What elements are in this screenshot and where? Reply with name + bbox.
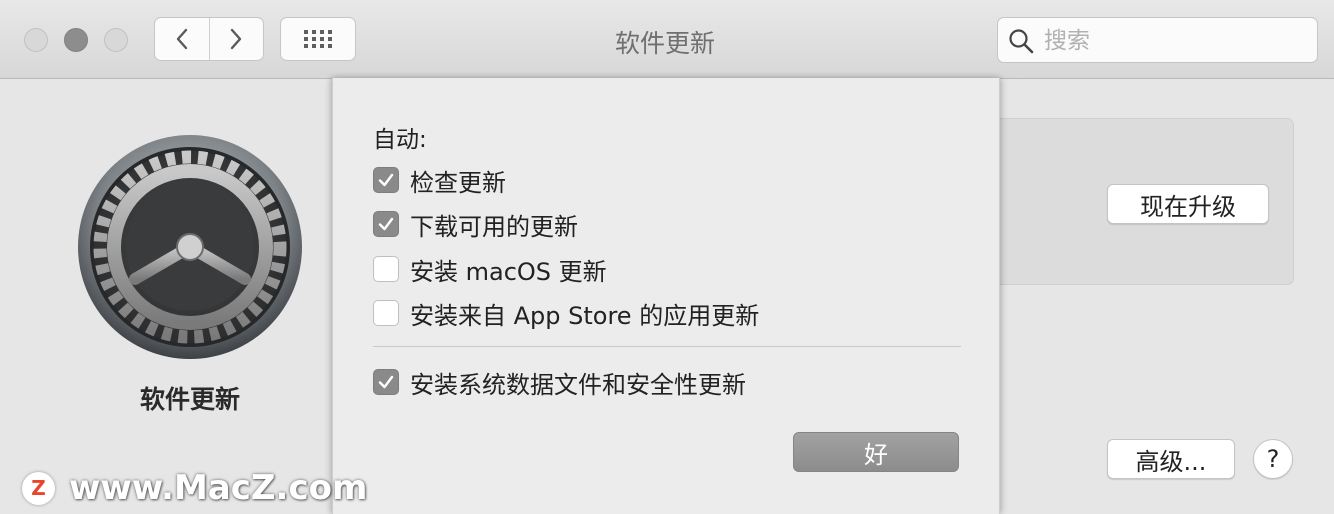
option-download-updates[interactable]: 下载可用的更新 xyxy=(373,210,578,241)
window-title: 软件更新 xyxy=(614,29,715,58)
checkbox-checked[interactable] xyxy=(373,211,399,237)
watermark: Z www.MacZ.com xyxy=(22,468,367,508)
zoom-window-button[interactable] xyxy=(104,28,128,52)
grid-icon xyxy=(304,30,332,48)
forward-button[interactable] xyxy=(208,18,264,60)
advanced-button[interactable]: 高级... xyxy=(1107,439,1235,479)
option-install-security-updates[interactable]: 安装系统数据文件和安全性更新 xyxy=(373,368,746,399)
upgrade-now-button[interactable]: 现在升级 xyxy=(1107,184,1269,224)
option-check-updates[interactable]: 检查更新 xyxy=(373,166,506,197)
option-label: 安装 macOS 更新 xyxy=(410,257,607,286)
back-chevron-icon xyxy=(176,28,187,50)
option-label: 安装来自 App Store 的应用更新 xyxy=(410,301,760,330)
option-label: 下载可用的更新 xyxy=(410,212,578,241)
checkbox-checked[interactable] xyxy=(373,369,399,395)
gear-icon xyxy=(78,135,302,359)
automatic-label: 自动: xyxy=(373,127,427,153)
minimize-window-button[interactable] xyxy=(64,28,88,52)
option-label: 安装系统数据文件和安全性更新 xyxy=(410,370,746,399)
checkmark-icon xyxy=(378,217,394,231)
watermark-text: www.MacZ.com xyxy=(69,468,368,508)
nav-button-group xyxy=(154,17,264,61)
search-input[interactable] xyxy=(1042,25,1311,57)
checkbox-unchecked[interactable] xyxy=(373,256,399,282)
window-titlebar: 软件更新 xyxy=(0,0,1334,79)
forward-chevron-icon xyxy=(231,28,242,50)
checkbox-checked[interactable] xyxy=(373,167,399,193)
checkmark-icon xyxy=(378,173,394,187)
option-install-macos-updates[interactable]: 安装 macOS 更新 xyxy=(373,255,607,286)
close-window-button[interactable] xyxy=(24,28,48,52)
option-install-app-store-updates[interactable]: 安装来自 App Store 的应用更新 xyxy=(373,299,759,330)
watermark-logo: Z xyxy=(22,471,55,505)
help-button[interactable]: ? xyxy=(1253,439,1293,479)
ok-button[interactable]: 好 xyxy=(793,432,959,472)
back-button[interactable] xyxy=(155,18,209,60)
option-label: 检查更新 xyxy=(410,168,506,197)
search-field[interactable] xyxy=(997,17,1318,63)
pane-title: 软件更新 xyxy=(139,385,240,414)
show-all-button[interactable] xyxy=(280,17,356,61)
advanced-settings-sheet: 自动: 检查更新 下载可用的更新 安装 macOS 更新 安装来自 App St… xyxy=(332,78,1000,514)
checkmark-icon xyxy=(378,375,394,389)
search-icon xyxy=(1009,29,1034,54)
checkbox-unchecked[interactable] xyxy=(373,300,399,326)
divider xyxy=(373,346,961,347)
